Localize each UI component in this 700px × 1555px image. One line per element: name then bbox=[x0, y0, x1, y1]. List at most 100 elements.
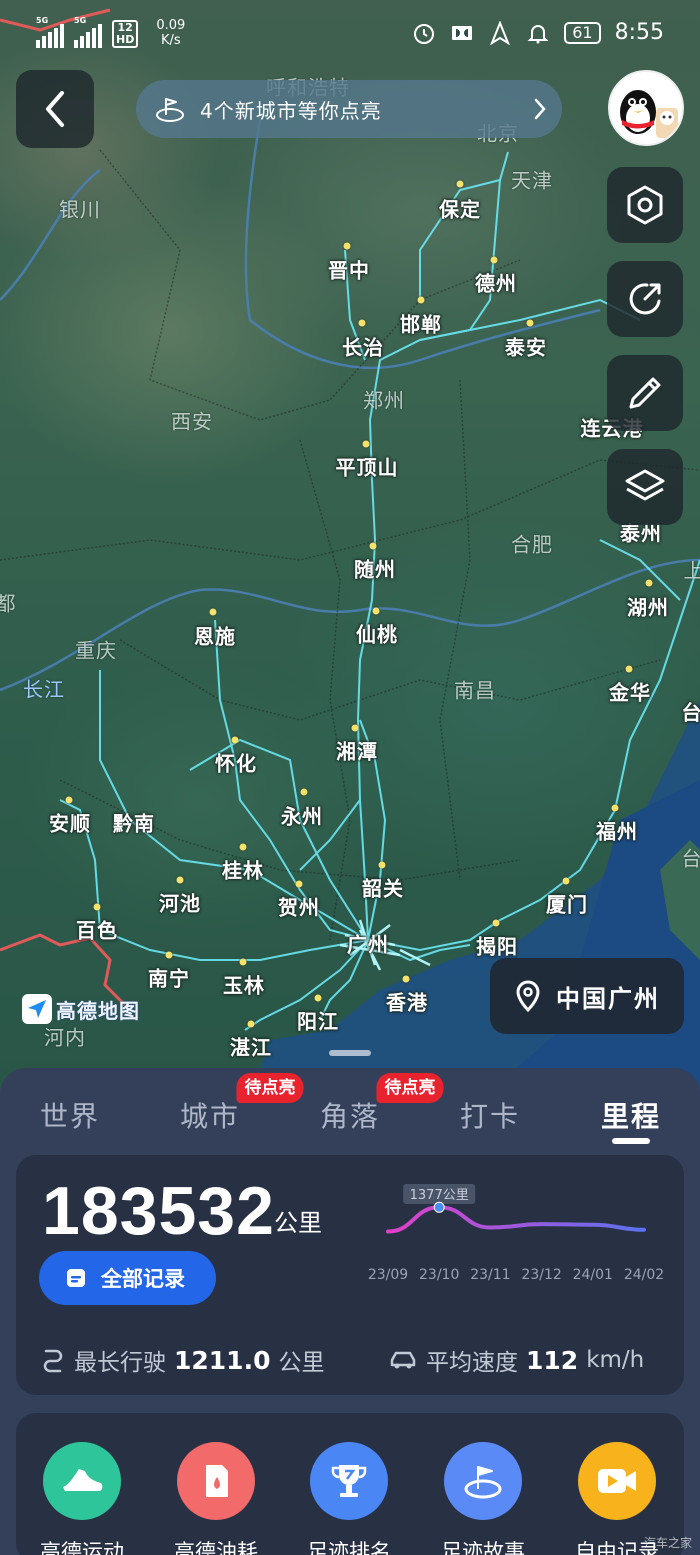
city-dot bbox=[490, 256, 498, 264]
map-label-hefei: 合肥 bbox=[511, 532, 553, 557]
new-cities-banner[interactable]: 4个新城市等你点亮 bbox=[136, 80, 562, 138]
map-label-chongqing: 重庆 bbox=[75, 638, 117, 663]
map-label-huaihua: 怀化 bbox=[215, 751, 257, 776]
city-dot bbox=[492, 919, 500, 927]
tab-mileage[interactable]: 里程 bbox=[601, 1095, 661, 1135]
map-label-changjiang: 长江 bbox=[23, 677, 65, 702]
clock: 8:55 bbox=[614, 20, 664, 45]
city-dot bbox=[300, 788, 308, 796]
explore-flag-icon bbox=[156, 98, 184, 122]
map-view[interactable]: 呼和浩特 北京 天津 银川 保定 晋中 德州 邯郸 长治 泰安 郑州 西安 连云… bbox=[0, 0, 700, 1100]
city-dot bbox=[176, 876, 184, 884]
edit-button[interactable] bbox=[607, 355, 683, 431]
pencil-icon bbox=[629, 377, 661, 409]
tool-icon-bg bbox=[578, 1442, 656, 1520]
map-label-jinhua: 金华 bbox=[609, 680, 651, 705]
city-dot bbox=[562, 877, 570, 885]
city-dot bbox=[362, 440, 370, 448]
tool-icon-bg bbox=[310, 1442, 388, 1520]
tab-checkin[interactable]: 打卡 bbox=[460, 1095, 520, 1135]
map-label-yinchuan: 银川 bbox=[59, 197, 101, 222]
map-label-baoding: 保定 bbox=[439, 197, 481, 222]
trophy-icon bbox=[331, 1465, 367, 1497]
city-dot bbox=[402, 975, 410, 983]
map-label-jieyang: 揭阳 bbox=[476, 934, 518, 959]
map-label-hongkong: 香港 bbox=[386, 990, 428, 1015]
tab-corner[interactable]: 角落 bbox=[320, 1095, 380, 1135]
map-label-changzhi: 长治 bbox=[342, 335, 384, 360]
x-tick-label: 23/10 bbox=[419, 1267, 459, 1283]
map-label-jinzhong: 晋中 bbox=[328, 258, 370, 283]
layers-icon bbox=[625, 469, 665, 501]
city-dot bbox=[343, 242, 351, 250]
avatar[interactable] bbox=[608, 70, 684, 146]
amap-logo: 高德地图 bbox=[22, 994, 140, 1024]
map-label-nanchang: 南昌 bbox=[454, 678, 496, 703]
map-label-du: 都 bbox=[0, 591, 17, 616]
location-pin-icon bbox=[516, 980, 540, 1012]
x-tick-label: 24/02 bbox=[624, 1267, 664, 1283]
map-label-hechi: 河池 bbox=[159, 891, 201, 916]
share-button[interactable] bbox=[607, 261, 683, 337]
x-tick-label: 23/11 bbox=[470, 1267, 510, 1283]
layers-button[interactable] bbox=[607, 449, 683, 525]
map-label-guangzhou: 广州 bbox=[347, 932, 389, 957]
map-label-henei: 河内 bbox=[44, 1025, 86, 1050]
total-mileage: 183532 bbox=[42, 1173, 275, 1249]
amap-logo-icon bbox=[22, 994, 52, 1024]
battery-icon: 61 bbox=[564, 21, 601, 44]
sneaker-icon bbox=[63, 1469, 103, 1491]
tab-city[interactable]: 城市 bbox=[180, 1095, 240, 1135]
signal-icon: 5G bbox=[36, 16, 64, 48]
active-tab-indicator bbox=[612, 1138, 650, 1144]
current-location-button[interactable]: 中国广州 bbox=[490, 958, 684, 1034]
share-icon bbox=[629, 283, 661, 315]
tab-world[interactable]: 世界 bbox=[40, 1095, 100, 1135]
x-tick-label: 24/01 bbox=[573, 1267, 613, 1283]
map-label-pingdingshan: 平顶山 bbox=[335, 455, 399, 480]
city-dot bbox=[526, 319, 534, 327]
map-label-tai2: 台 bbox=[681, 846, 700, 871]
tool-amap-fuel[interactable]: 高德油耗 bbox=[166, 1442, 266, 1555]
city-dot bbox=[314, 994, 322, 1002]
city-dot bbox=[231, 736, 239, 744]
map-label-suizhou: 随州 bbox=[354, 557, 396, 582]
map-label-anshun: 安顺 bbox=[49, 811, 91, 836]
all-records-button[interactable]: 全部记录 bbox=[39, 1251, 216, 1305]
location-label: 中国广州 bbox=[556, 984, 660, 1013]
map-label-nanning: 南宁 bbox=[148, 966, 190, 991]
map-label-dezhou: 德州 bbox=[475, 271, 517, 296]
x-tick-label: 23/12 bbox=[521, 1267, 561, 1283]
tool-footprint-rank[interactable]: 足迹排名 bbox=[299, 1442, 399, 1555]
highlight-point[interactable] bbox=[433, 1201, 445, 1213]
map-label-shang: 上 bbox=[683, 558, 700, 583]
map-label-handan: 邯郸 bbox=[400, 312, 442, 337]
mileage-trend-chart[interactable]: 1377公里 23/09 23/10 23/11 23/12 24/01 24/02 bbox=[366, 1180, 676, 1290]
city-dot bbox=[456, 180, 464, 188]
map-label-yongzhou: 永州 bbox=[281, 804, 323, 829]
average-speed-stat: 平均速度 112 km/h bbox=[388, 1343, 644, 1377]
city-dot bbox=[165, 951, 173, 959]
signal-icon: 5G bbox=[74, 16, 102, 48]
bell-icon bbox=[527, 24, 549, 43]
network-speed: 0.09 K/s bbox=[156, 18, 186, 48]
panel-drag-handle[interactable] bbox=[329, 1050, 371, 1056]
alarm-icon bbox=[414, 23, 435, 44]
corner-pending-badge: 待点亮 bbox=[376, 1073, 444, 1103]
status-bar: 5G 5G 12 HD 0.09 K/s 61 8:55 bbox=[0, 0, 700, 70]
tool-footprint-story[interactable]: 足迹故事 bbox=[433, 1442, 533, 1555]
settings-button[interactable] bbox=[607, 167, 683, 243]
map-label-xian: 西安 bbox=[171, 409, 213, 434]
tool-icon-bg bbox=[43, 1442, 121, 1520]
tab-bar: 世界 城市 角落 打卡 里程 bbox=[0, 1085, 700, 1145]
map-label-guilin: 桂林 bbox=[222, 858, 264, 883]
volte-hd-icon: 12 HD bbox=[112, 20, 139, 48]
city-dot bbox=[378, 861, 386, 869]
city-pending-badge: 待点亮 bbox=[236, 1073, 304, 1103]
map-label-yulin: 玉林 bbox=[223, 973, 265, 998]
hexagon-settings-icon bbox=[627, 185, 663, 225]
map-label-zhengzhou: 郑州 bbox=[363, 388, 405, 413]
city-dot bbox=[209, 608, 217, 616]
tool-amap-sport[interactable]: 高德运动 bbox=[32, 1442, 132, 1555]
back-button[interactable] bbox=[16, 70, 94, 148]
